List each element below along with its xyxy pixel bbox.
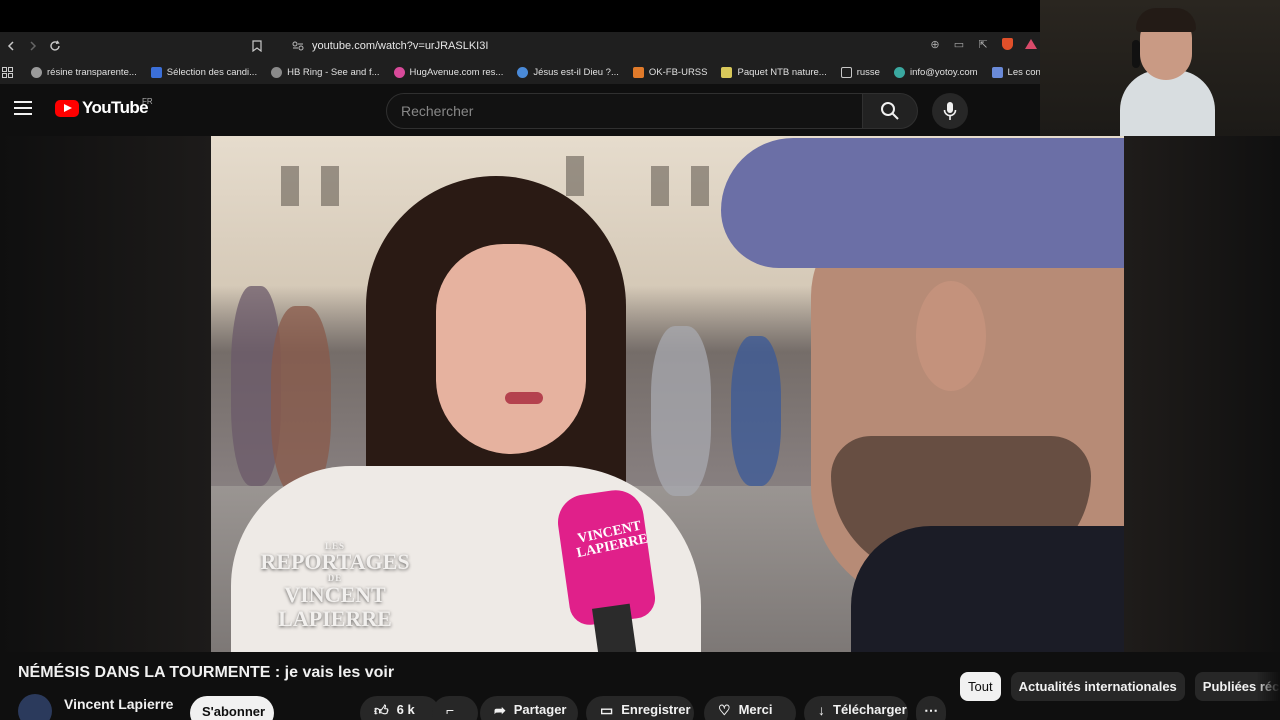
bookmark-item[interactable]: Jésus est-il Dieu ?... <box>517 66 619 78</box>
related-filter-chips: Tout Actualités internationales Publiées… <box>960 672 1280 702</box>
voice-search-button[interactable] <box>932 93 968 129</box>
brave-shield-icon[interactable] <box>998 35 1016 53</box>
favicon-icon <box>721 66 733 78</box>
forward-icon <box>30 41 37 51</box>
cast-icon[interactable]: ▭ <box>950 35 968 53</box>
app-root: youtube.com/watch?v=urJRASLKI3I ⊕ ▭ ⇱ ré… <box>0 0 1280 720</box>
rewards-icon[interactable] <box>1022 35 1040 53</box>
reload-button[interactable] <box>44 35 66 57</box>
video-window <box>651 166 669 206</box>
video-man-cap <box>721 138 1124 268</box>
favicon-icon <box>991 66 1003 78</box>
url-text[interactable]: youtube.com/watch?v=urJRASLKI3I <box>312 40 488 52</box>
ambient-right <box>1124 136 1280 652</box>
video-window <box>321 166 339 206</box>
video-frame[interactable]: VINCENT LAPIERRE LES REPORTAGES DE VINCE… <box>211 136 1124 652</box>
favicon-icon <box>393 66 405 78</box>
video-man-ear <box>916 281 986 391</box>
zoom-icon[interactable]: ⊕ <box>926 35 944 53</box>
subscribe-button[interactable]: S'abonner <box>190 696 274 720</box>
youtube-logo[interactable]: YouTube FR <box>55 97 153 118</box>
channel-row: Vincent Lapierre S'abonner 👍︎ 6 k ⌐ ➦ Pa… <box>18 694 978 720</box>
show-logo-watermark: LES REPORTAGES DE VINCENT LAPIERRE <box>260 541 410 631</box>
video-window <box>281 166 299 206</box>
video-woman-lips <box>505 392 543 404</box>
menu-icon[interactable] <box>14 101 32 115</box>
more-actions-button[interactable]: ⋯ <box>916 696 946 720</box>
search-input[interactable]: Rechercher <box>386 93 864 129</box>
download-icon: ↓ <box>818 702 825 718</box>
video-bystander <box>731 336 781 486</box>
ambient-left <box>0 136 211 652</box>
favicon-icon <box>893 66 905 78</box>
webcam-headset <box>1132 40 1140 68</box>
thanks-button[interactable]: ♡ Merci <box>704 696 796 720</box>
chips-fade <box>1256 672 1280 701</box>
video-man-jacket <box>851 526 1124 652</box>
apps-icon[interactable] <box>2 66 13 78</box>
like-button[interactable]: 👍︎ 6 k <box>360 696 440 720</box>
bookmarks-bar: résine transparente... Sélection des can… <box>0 60 1040 84</box>
address-bar[interactable]: youtube.com/watch?v=urJRASLKI3I <box>252 35 488 57</box>
logo-text: YouTube <box>82 98 149 117</box>
download-button[interactable]: ↓ Télécharger <box>804 696 908 720</box>
video-bystander <box>651 326 711 496</box>
microphone-icon <box>943 102 957 120</box>
favicon-icon <box>150 66 162 78</box>
more-icon: ⋯ <box>924 702 938 718</box>
bookmark-item[interactable]: OK-FB-URSS <box>632 66 707 78</box>
back-icon <box>7 41 14 51</box>
save-button[interactable]: ▭ Enregistrer <box>586 696 694 720</box>
channel-name[interactable]: Vincent Lapierre <box>64 696 173 712</box>
browser-toolbar: youtube.com/watch?v=urJRASLKI3I ⊕ ▭ ⇱ <box>0 32 1040 60</box>
save-icon: ▭ <box>600 702 614 718</box>
share-icon: ➦ <box>494 702 506 718</box>
video-player[interactable]: VINCENT LAPIERRE LES REPORTAGES DE VINCE… <box>0 136 1280 652</box>
dislike-button[interactable]: ⌐ <box>432 696 478 720</box>
search-button[interactable] <box>862 93 918 129</box>
video-window <box>566 156 584 196</box>
video-title: NÉMÉSIS DANS LA TOURMENTE : je vais les … <box>18 664 395 681</box>
bookmark-item[interactable]: Paquet NTB nature... <box>721 66 827 78</box>
bookmark-item[interactable]: HB Ring - See and f... <box>271 66 380 78</box>
youtube-header: YouTube FR Rechercher <box>0 84 1040 136</box>
video-woman-face <box>436 244 586 454</box>
toolbar-right-icons: ⊕ ▭ ⇱ <box>926 35 1040 53</box>
bookmark-icon[interactable] <box>252 40 262 52</box>
webcam-overlay <box>1040 0 1280 136</box>
share-button[interactable]: ➦ Partager <box>480 696 578 720</box>
thanks-icon: ♡ <box>718 702 731 718</box>
share-page-icon[interactable]: ⇱ <box>974 35 992 53</box>
bookmark-item[interactable]: HugAvenue.com res... <box>393 66 503 78</box>
search-placeholder: Rechercher <box>401 103 474 119</box>
back-button[interactable] <box>0 35 22 57</box>
bookmark-folder[interactable]: russe <box>840 66 880 78</box>
forward-button[interactable] <box>22 35 44 57</box>
youtube-play-icon <box>55 99 79 117</box>
video-bystander <box>271 306 331 496</box>
favicon-icon <box>31 66 42 78</box>
bookmark-item[interactable]: Sélection des candi... <box>150 66 257 78</box>
favicon-icon <box>271 66 283 78</box>
reload-icon <box>50 40 60 51</box>
bookmark-item[interactable]: Les concours d'aute... <box>991 66 1040 78</box>
country-code: FR <box>142 97 153 106</box>
bookmark-item[interactable]: info@yotoy.com <box>893 66 978 78</box>
favicon-icon <box>517 66 529 78</box>
window-top-strip <box>0 0 1040 32</box>
webcam-hair <box>1136 8 1196 32</box>
search-icon <box>881 102 899 120</box>
folder-icon <box>840 66 852 78</box>
favicon-icon <box>632 66 644 78</box>
chip-international-news[interactable]: Actualités internationales <box>1010 672 1185 701</box>
avatar[interactable] <box>18 694 52 720</box>
like-icon: 👍︎ <box>374 702 389 718</box>
dislike-icon: ⌐ <box>446 702 455 718</box>
bookmark-item[interactable]: résine transparente... <box>31 66 137 78</box>
video-window <box>691 166 709 206</box>
site-settings-icon[interactable] <box>292 41 304 51</box>
